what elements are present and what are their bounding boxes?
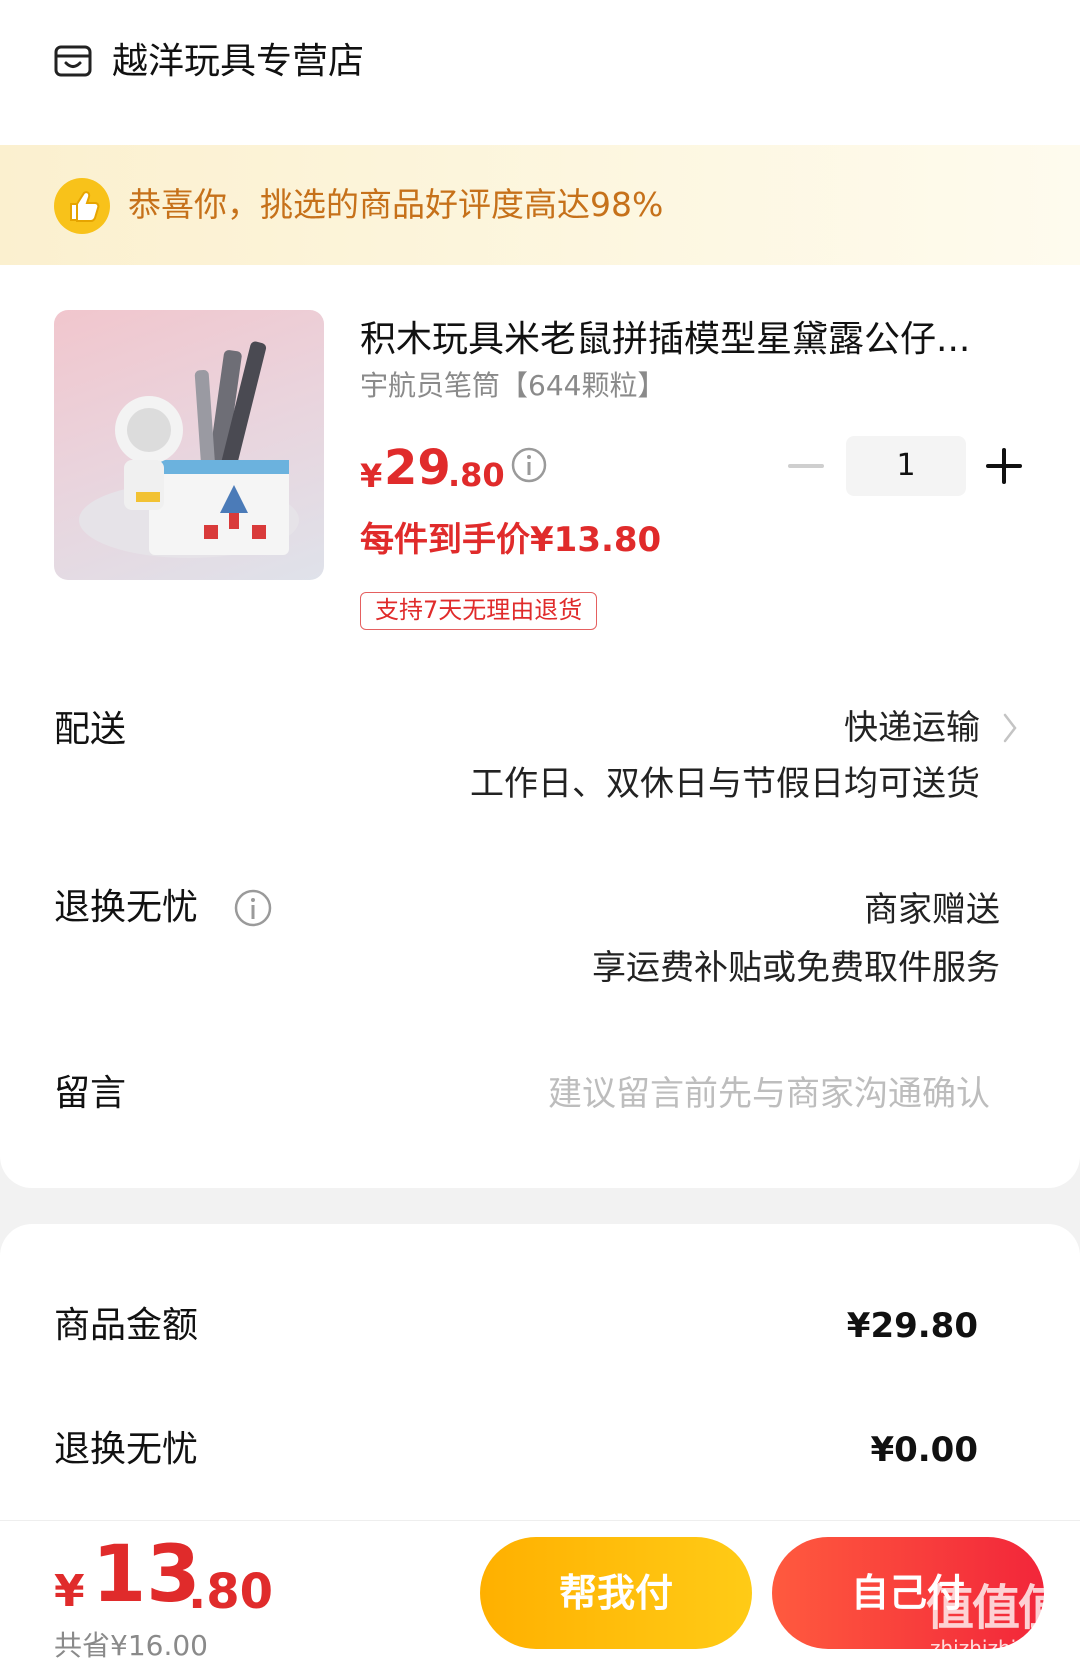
chevron-right-icon[interactable]	[1002, 712, 1018, 744]
thumbs-up-icon	[54, 178, 110, 234]
return-policy-badge: 支持7天无理由退货	[360, 592, 598, 630]
goods-amount-value: ¥29.80	[846, 1306, 978, 1346]
order-card: 越洋玩具专营店 恭喜你，挑选的商品好评度高达98% 积木玩具米老鼠拼插模型星黛露…	[0, 0, 1080, 1188]
message-input[interactable]: 建议留言前先与商家沟通确认	[548, 1072, 990, 1116]
returns-fee-value: ¥0.00	[870, 1430, 978, 1470]
store-name[interactable]: 越洋玩具专营店	[112, 40, 364, 84]
returns-label: 退换无忧	[54, 887, 199, 928]
total-currency: ¥	[54, 1566, 85, 1617]
quantity-increase-button[interactable]	[986, 448, 1022, 484]
product-title[interactable]: 积木玩具米老鼠拼插模型星黛露公仔...	[360, 318, 1020, 362]
store-icon	[54, 45, 92, 77]
watermark-logo: 值值值	[926, 1580, 1066, 1636]
saved-amount: 共省¥16.00	[54, 1629, 208, 1662]
goods-amount-label: 商品金额	[54, 1305, 199, 1346]
product-image[interactable]	[54, 310, 324, 580]
delivery-label: 配送	[54, 709, 127, 750]
quantity-decrease-button[interactable]	[788, 462, 824, 470]
store-header[interactable]: 越洋玩具专营店	[0, 0, 1080, 145]
delivery-detail: 工作日、双休日与节假日均可送货	[470, 764, 980, 804]
price-integer: 29	[384, 440, 451, 496]
delivery-method[interactable]: 快递运输	[844, 706, 980, 750]
total-integer: 13	[92, 1530, 201, 1620]
total-decimal: .80	[188, 1564, 274, 1620]
info-icon[interactable]	[233, 888, 273, 928]
returns-detail: 享运费补贴或免费取件服务	[592, 948, 1000, 988]
returns-value: 商家赠送	[864, 890, 1000, 930]
unit-final-price: 每件到手价¥13.80	[360, 520, 662, 560]
praise-banner: 恭喜你，挑选的商品好评度高达98%	[0, 145, 1080, 265]
price-currency: ¥	[360, 457, 383, 495]
help-me-pay-button[interactable]: 帮我付	[480, 1537, 752, 1649]
returns-fee-label: 退换无忧	[54, 1429, 199, 1470]
price-decimal: .80	[448, 456, 505, 494]
info-icon[interactable]	[510, 446, 548, 484]
message-label: 留言	[54, 1073, 127, 1114]
product-spec[interactable]: 宇航员笔筒【644颗粒】	[360, 368, 665, 404]
watermark-domain: zhizhizhi.com	[930, 1636, 1066, 1660]
quantity-input[interactable]: 1	[846, 436, 966, 496]
checkout-bar: ¥ 13 .80 共省¥16.00 帮我付 自己付	[0, 1520, 1080, 1669]
praise-text: 恭喜你，挑选的商品好评度高达98%	[128, 185, 664, 224]
